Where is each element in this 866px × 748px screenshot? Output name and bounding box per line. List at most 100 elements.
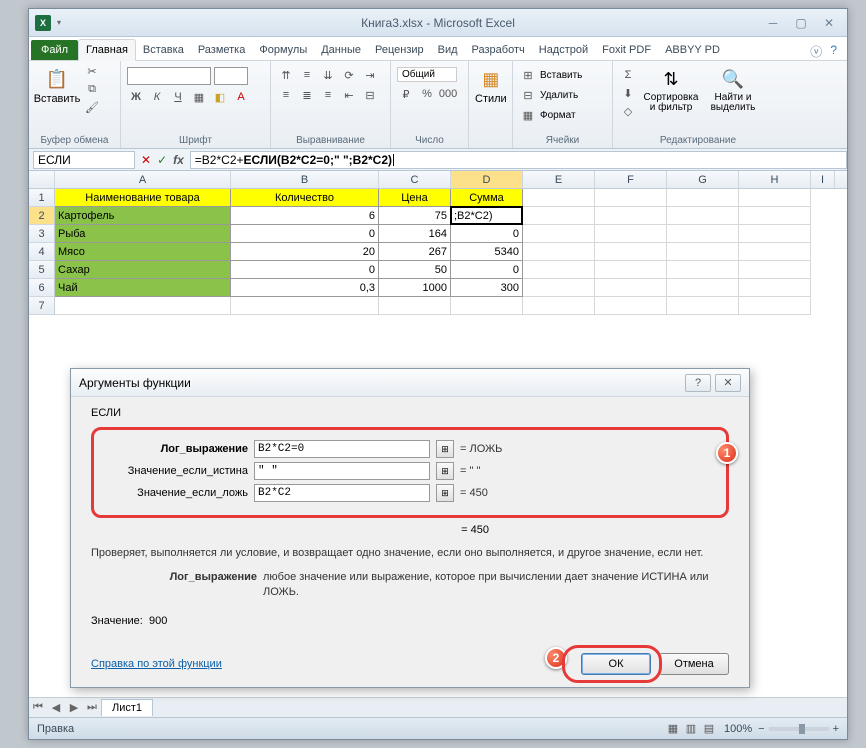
cell-A2[interactable]: Картофель — [55, 207, 231, 225]
tab-foxit[interactable]: Foxit PDF — [595, 40, 658, 60]
cell-B3[interactable]: 0 — [231, 225, 379, 243]
fill-icon[interactable]: ⬇ — [619, 85, 637, 101]
arg3-input[interactable] — [254, 484, 430, 502]
cell-C2[interactable]: 75 — [379, 207, 451, 225]
underline-icon[interactable]: Ч — [169, 89, 187, 105]
font-size[interactable] — [214, 67, 248, 85]
row-3[interactable]: 3 — [29, 225, 55, 243]
orientation-icon[interactable]: ⟳ — [340, 67, 358, 83]
zoom-out-icon[interactable]: − — [758, 723, 764, 735]
cell-B1[interactable]: Количество — [231, 189, 379, 207]
minimize-button[interactable]: ─ — [759, 14, 787, 32]
zoom-level[interactable]: 100% — [724, 723, 752, 735]
cell-C6[interactable]: 1000 — [379, 279, 451, 297]
zoom-slider[interactable] — [769, 727, 829, 731]
maximize-button[interactable]: ▢ — [787, 14, 815, 32]
row-6[interactable]: 6 — [29, 279, 55, 297]
cell-H1[interactable] — [739, 189, 811, 207]
cell-D3[interactable]: 0 — [451, 225, 523, 243]
font-name[interactable] — [127, 67, 211, 85]
cell-F1[interactable] — [595, 189, 667, 207]
align-center-icon[interactable]: ≣ — [298, 87, 316, 103]
qat-dropdown-icon[interactable]: ▾ — [57, 18, 67, 27]
tab-addins[interactable]: Надстрой — [532, 40, 595, 60]
sheet-nav-next-icon[interactable]: ▶ — [65, 701, 83, 714]
currency-icon[interactable]: ₽ — [397, 86, 415, 102]
wrap-icon[interactable]: ⇥ — [361, 67, 379, 83]
find-select-button[interactable]: 🔍 Найти и выделить — [705, 63, 761, 113]
ok-button[interactable]: ОК — [581, 653, 651, 675]
accept-formula-icon[interactable]: ✓ — [157, 153, 167, 167]
tab-view[interactable]: Вид — [431, 40, 465, 60]
tab-developer[interactable]: Разработч — [465, 40, 532, 60]
cell-B6[interactable]: 0,3 — [231, 279, 379, 297]
help-link[interactable]: Справка по этой функции — [91, 658, 222, 670]
col-E[interactable]: E — [523, 171, 595, 188]
view-pagebreak-icon[interactable]: ▤ — [700, 721, 718, 737]
row-5[interactable]: 5 — [29, 261, 55, 279]
col-A[interactable]: A — [55, 171, 231, 188]
font-color-icon[interactable]: A — [232, 89, 250, 105]
align-middle-icon[interactable]: ≡ — [298, 67, 316, 83]
select-all-corner[interactable] — [29, 171, 55, 188]
col-H[interactable]: H — [739, 171, 811, 188]
cell-D1[interactable]: Сумма — [451, 189, 523, 207]
sort-filter-button[interactable]: ⇅ Сортировка и фильтр — [641, 63, 701, 113]
sheet-nav-prev-icon[interactable]: ◀ — [47, 701, 65, 714]
row-2[interactable]: 2 — [29, 207, 55, 225]
col-B[interactable]: B — [231, 171, 379, 188]
sheet-nav-last-icon[interactable]: ⏭ — [83, 701, 101, 714]
border-icon[interactable]: ▦ — [190, 89, 208, 105]
help-icon[interactable]: ? — [830, 43, 837, 60]
col-F[interactable]: F — [595, 171, 667, 188]
tab-data[interactable]: Данные — [314, 40, 368, 60]
formula-input[interactable]: =B2*C2+ЕСЛИ(B2*C2=0;" ";B2*C2) — [190, 151, 847, 169]
insert-cells[interactable]: ⊞Вставить — [519, 67, 582, 83]
align-top-icon[interactable]: ⇈ — [277, 67, 295, 83]
align-right-icon[interactable]: ≡ — [319, 87, 337, 103]
percent-icon[interactable]: % — [418, 86, 436, 102]
indent-dec-icon[interactable]: ⇤ — [340, 87, 358, 103]
paste-button[interactable]: 📋 Вставить — [35, 63, 79, 105]
col-G[interactable]: G — [667, 171, 739, 188]
col-C[interactable]: C — [379, 171, 451, 188]
cell-A5[interactable]: Сахар — [55, 261, 231, 279]
fx-icon[interactable]: fx — [173, 153, 184, 167]
arg3-picker-icon[interactable]: ⊞ — [436, 484, 454, 502]
cell-A4[interactable]: Мясо — [55, 243, 231, 261]
cell-A3[interactable]: Рыба — [55, 225, 231, 243]
sheet-nav-first-icon[interactable]: ⏮ — [29, 701, 47, 714]
ribbon-minimize-icon[interactable]: ⓥ — [810, 43, 822, 60]
cell-C4[interactable]: 267 — [379, 243, 451, 261]
cut-icon[interactable]: ✂ — [83, 63, 101, 79]
name-box[interactable]: ЕСЛИ — [33, 151, 135, 169]
sheet-tab-1[interactable]: Лист1 — [101, 699, 153, 716]
cell-D5[interactable]: 0 — [451, 261, 523, 279]
col-D[interactable]: D — [451, 171, 523, 188]
styles-button[interactable]: ▦ Стили — [475, 63, 507, 105]
cell-A6[interactable]: Чай — [55, 279, 231, 297]
dialog-help-button[interactable]: ? — [685, 374, 711, 392]
dialog-titlebar[interactable]: Аргументы функции ? ✕ — [71, 369, 749, 397]
row-4[interactable]: 4 — [29, 243, 55, 261]
cell-C5[interactable]: 50 — [379, 261, 451, 279]
cancel-formula-icon[interactable]: ✕ — [141, 153, 151, 167]
cell-E1[interactable] — [523, 189, 595, 207]
align-bottom-icon[interactable]: ⇊ — [319, 67, 337, 83]
italic-icon[interactable]: К — [148, 89, 166, 105]
format-painter-icon[interactable]: 🖌 — [83, 99, 101, 115]
fill-color-icon[interactable]: ◧ — [211, 89, 229, 105]
tab-formulas[interactable]: Формулы — [252, 40, 314, 60]
arg2-input[interactable] — [254, 462, 430, 480]
view-normal-icon[interactable]: ▦ — [664, 721, 682, 737]
arg2-picker-icon[interactable]: ⊞ — [436, 462, 454, 480]
cell-D2[interactable]: ;B2*C2) — [451, 207, 523, 225]
format-cells[interactable]: ▦Формат — [519, 107, 576, 123]
align-left-icon[interactable]: ≡ — [277, 87, 295, 103]
cell-D6[interactable]: 300 — [451, 279, 523, 297]
dialog-close-button[interactable]: ✕ — [715, 374, 741, 392]
zoom-in-icon[interactable]: + — [833, 723, 839, 735]
copy-icon[interactable]: ⧉ — [83, 81, 101, 97]
tab-layout[interactable]: Разметка — [191, 40, 253, 60]
cell-G1[interactable] — [667, 189, 739, 207]
